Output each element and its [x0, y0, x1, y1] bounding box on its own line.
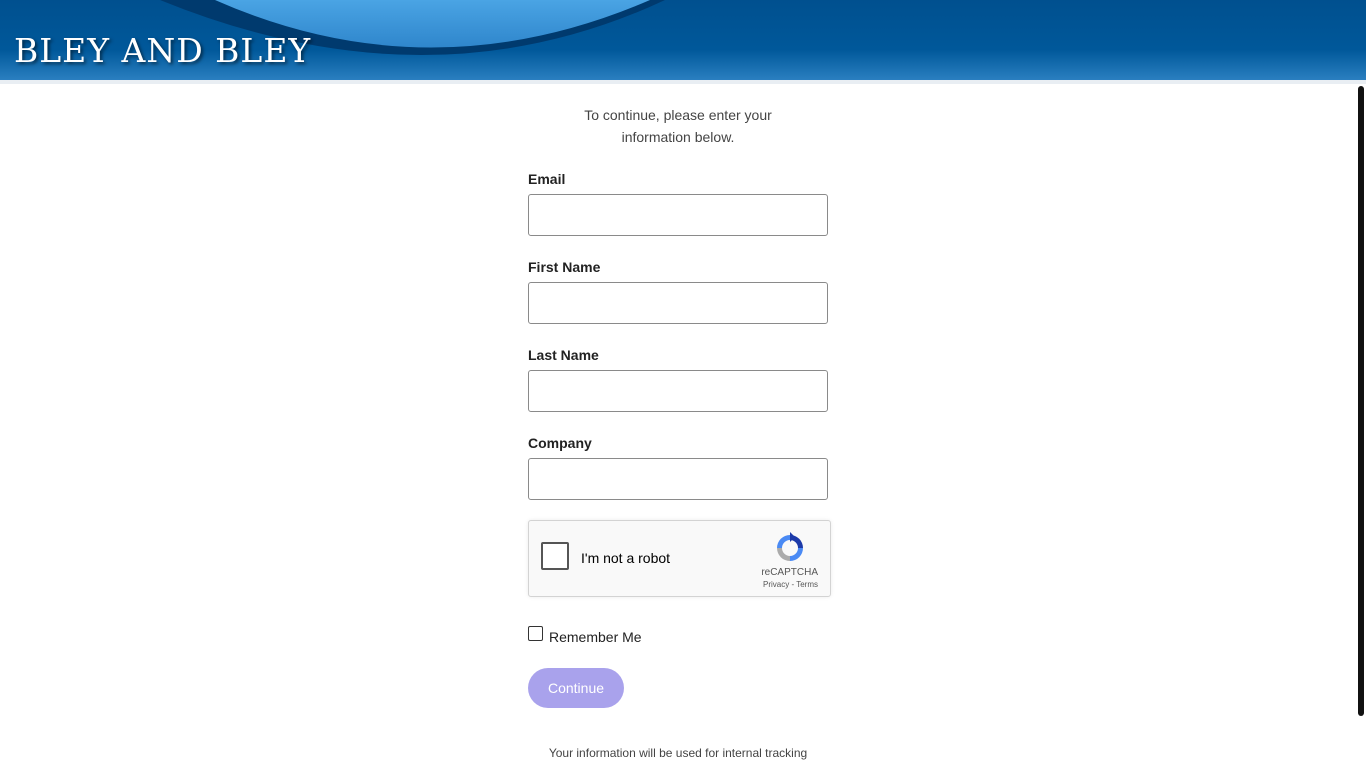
company-label: Company	[528, 435, 592, 451]
first-name-label: First Name	[528, 259, 601, 275]
email-label: Email	[528, 171, 566, 187]
first-name-input[interactable]	[528, 282, 828, 324]
intro-text: To continue, please enter your informati…	[528, 104, 828, 148]
last-name-label: Last Name	[528, 347, 599, 363]
email-input[interactable]	[528, 194, 828, 236]
recaptcha-logo-icon	[777, 532, 803, 561]
header-banner: BLEY AND BLEY	[0, 0, 1366, 80]
header-divider	[0, 80, 1366, 84]
recaptcha-widget: I'm not a robot reCAPTCHA Privacy - Term…	[528, 520, 831, 597]
intro-line: information below.	[621, 129, 735, 145]
company-input[interactable]	[528, 458, 828, 500]
remember-me-label[interactable]: Remember Me	[549, 629, 642, 645]
recaptcha-brand: reCAPTCHA	[761, 567, 818, 578]
last-name-input[interactable]	[528, 370, 828, 412]
footer-note: Your information will be used for intern…	[548, 746, 808, 760]
recaptcha-checkbox[interactable]	[541, 542, 569, 570]
recaptcha-label: I'm not a robot	[581, 550, 671, 566]
intro-line: To continue, please enter your	[584, 107, 772, 123]
scrollbar[interactable]	[1358, 86, 1364, 716]
brand-logo[interactable]: BLEY AND BLEY	[14, 34, 311, 67]
recaptcha-privacy-terms-links[interactable]: Privacy - Terms	[763, 580, 818, 589]
remember-me-checkbox[interactable]	[528, 626, 543, 641]
continue-button[interactable]: Continue	[528, 668, 624, 708]
